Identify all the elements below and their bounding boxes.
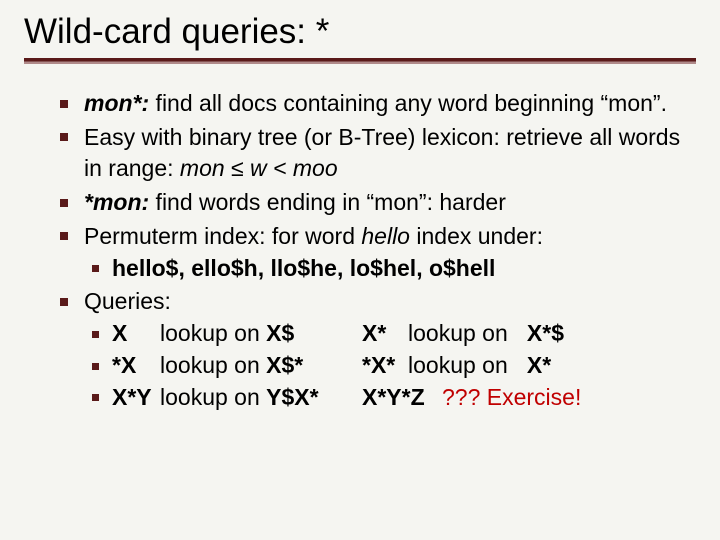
bullet-4-word: hello xyxy=(361,223,410,249)
bullet-2-range: mon ≤ w < moo xyxy=(180,155,338,181)
q2b: *X* xyxy=(362,350,408,382)
q1a-label: lookup on xyxy=(160,320,266,346)
q3a: X*Y xyxy=(112,382,160,414)
q1a: X xyxy=(112,318,160,350)
query-row-3: X*Ylookup on Y$X* X*Y*Z??? Exercise! xyxy=(84,382,688,414)
q2a: *X xyxy=(112,350,160,382)
title-block: Wild-card queries: * xyxy=(24,12,696,64)
bullet-4-sublist: hello$, ello$h, llo$he, lo$hel, o$hell xyxy=(84,253,688,285)
bullet-4-pre: Permuterm index: for word xyxy=(84,223,361,249)
bullet-2-pre: Easy with binary tree (or B-Tree) lexico… xyxy=(84,124,680,182)
bullet-4: Permuterm index: for word hello index un… xyxy=(54,221,688,284)
slide: Wild-card queries: * mon*: find all docs… xyxy=(0,0,720,439)
bullet-1-lead: mon*: xyxy=(84,90,149,116)
q2b-target: X* xyxy=(527,352,551,378)
query-row-2: *Xlookup on X$* *X*lookup on X* xyxy=(84,350,688,382)
q3a-target: Y$X* xyxy=(266,384,318,410)
q1b-label: lookup on xyxy=(408,320,508,346)
q1b: X* xyxy=(362,318,408,350)
bullet-4-post: index under: xyxy=(410,223,543,249)
q2b-label: lookup on xyxy=(408,352,508,378)
q3a-label: lookup on xyxy=(160,384,266,410)
bullet-4-sub: hello$, ello$h, llo$he, lo$hel, o$hell xyxy=(84,253,688,285)
q2a-label: lookup on xyxy=(160,352,266,378)
q1b-target: X*$ xyxy=(527,320,564,346)
bullet-5: Queries: Xlookup on X$ X*lookup on X*$ xyxy=(54,286,688,413)
title-underline xyxy=(24,58,696,64)
q1a-target: X$ xyxy=(266,320,294,346)
bullet-1: mon*: find all docs containing any word … xyxy=(54,88,688,120)
slide-title: Wild-card queries: * xyxy=(24,12,696,58)
q3b: X*Y*Z xyxy=(362,382,442,414)
bullet-1-rest: find all docs containing any word beginn… xyxy=(149,90,667,116)
slide-content: mon*: find all docs containing any word … xyxy=(24,88,696,413)
query-row-1: Xlookup on X$ X*lookup on X*$ xyxy=(84,318,688,350)
bullet-3-rest: find words ending in “mon”: harder xyxy=(149,189,506,215)
q2a-target: X$* xyxy=(266,352,303,378)
bullet-3: *mon: find words ending in “mon”: harder xyxy=(54,187,688,219)
bullet-5-label: Queries: xyxy=(84,288,171,314)
bullet-4-sub-text: hello$, ello$h, llo$he, lo$hel, o$hell xyxy=(112,255,495,281)
bullet-2: Easy with binary tree (or B-Tree) lexico… xyxy=(54,122,688,185)
q3b-exercise: ??? Exercise! xyxy=(442,384,581,410)
bullet-5-sublist: Xlookup on X$ X*lookup on X*$ *Xlookup o… xyxy=(84,318,688,413)
bullet-list: mon*: find all docs containing any word … xyxy=(54,88,688,413)
bullet-3-lead: *mon: xyxy=(84,189,149,215)
